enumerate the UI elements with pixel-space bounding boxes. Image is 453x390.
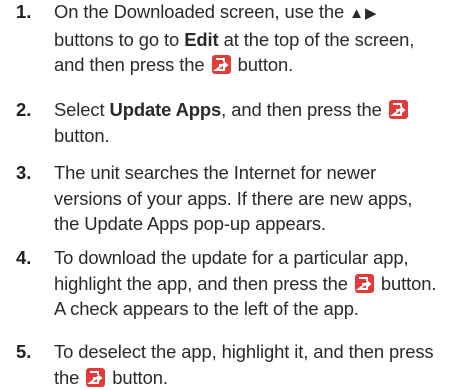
enter-button-icon — [86, 367, 106, 387]
up-right-arrows-icon: ▲▶ — [349, 5, 378, 22]
enter-button-icon — [388, 100, 408, 119]
edit-label: Edit — [184, 28, 219, 50]
step-number: 2. — [16, 99, 32, 120]
step-1: 1. On the Downloaded screen, use the ▲▶ b… — [8, 0, 448, 78]
step-text: To deselect the app, highlight it, and t… — [54, 339, 448, 390]
text-segment: To deselect the app, highlight it, and t… — [54, 341, 434, 388]
step-text: Select Update Apps, and then press the b… — [54, 97, 448, 148]
text-segment: button. — [237, 54, 294, 75]
step-text: The unit searches the Internet for newer… — [54, 162, 413, 234]
instruction-page: 1. On the Downloaded screen, use the ▲▶ b… — [0, 0, 453, 389]
enter-button-icon — [354, 273, 374, 293]
text-segment: On the Downloaded screen, use the — [54, 1, 345, 22]
text-segment: buttons to go to — [54, 28, 180, 50]
step-5: 5. To deselect the app, highlight it, an… — [8, 339, 448, 390]
text-segment: Select — [54, 99, 105, 120]
enter-button-icon — [211, 55, 231, 74]
text-segment: , and then press the — [221, 99, 382, 120]
step-2: 2. Select Update Apps, and then press th… — [8, 97, 448, 148]
step-text: To download the update for a particular … — [54, 245, 448, 322]
update-apps-label: Update Apps — [109, 99, 222, 120]
step-number: 3. — [16, 162, 32, 183]
step-number: 1. — [16, 1, 32, 22]
step-3: 3. The unit searches the Internet for ne… — [8, 160, 438, 237]
step-4: 4. To download the update for a particul… — [8, 245, 448, 322]
text-segment: button. — [54, 124, 110, 146]
step-number: 5. — [16, 341, 32, 362]
step-text: On the Downloaded screen, use the ▲▶ butt… — [54, 0, 448, 78]
step-number: 4. — [16, 247, 32, 268]
text-segment: button. — [112, 366, 168, 388]
